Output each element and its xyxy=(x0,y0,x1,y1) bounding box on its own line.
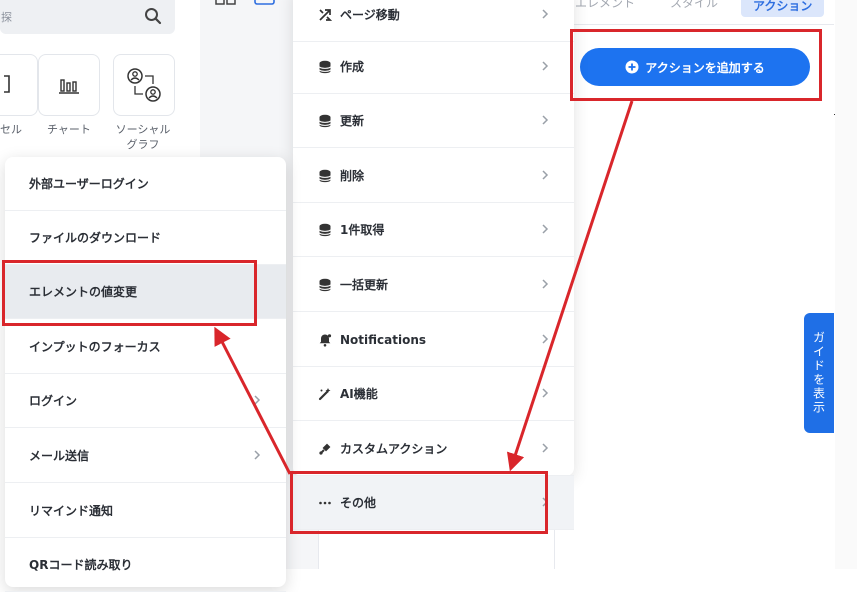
other-actions-submenu: 外部ユーザーログイン ファイルのダウンロード エレメントの値変更 インプットのフ… xyxy=(5,157,286,592)
chevron-right-icon xyxy=(542,443,549,453)
chevron-right-icon xyxy=(542,170,549,180)
submenu-item-label: メール送信 xyxy=(29,449,90,463)
search-icon[interactable] xyxy=(143,6,163,26)
submenu-item-file-download[interactable]: ファイルのダウンロード xyxy=(5,211,286,265)
submenu-item-external-login[interactable]: 外部ユーザーログイン xyxy=(5,157,286,211)
chevron-right-icon xyxy=(542,115,549,125)
bell-icon xyxy=(319,333,332,347)
submenu-item-label: 外部ユーザーログイン xyxy=(29,177,149,191)
database-icon xyxy=(319,169,331,182)
tab-element[interactable]: エレメント xyxy=(575,0,635,11)
scrollbar[interactable] xyxy=(835,0,857,569)
database-icon xyxy=(319,278,331,291)
show-guide-tab[interactable]: ガイドを表示 xyxy=(804,313,834,433)
grid-view-icon[interactable] xyxy=(215,0,237,6)
highlight-add-action xyxy=(570,29,822,101)
menu-item-label: Notifications xyxy=(340,332,427,347)
submenu-item-label: ファイルのダウンロード xyxy=(29,231,162,245)
ai-magic-icon xyxy=(318,387,331,400)
tile-label-cell: セル xyxy=(0,123,22,136)
menu-item-custom-action[interactable]: カスタムアクション xyxy=(293,422,574,476)
menu-item-label: 作成 xyxy=(340,60,365,74)
menu-item-notifications[interactable]: Notifications xyxy=(293,313,574,367)
chevron-right-icon xyxy=(542,9,549,19)
submenu-item-qr-code-scan[interactable]: QRコード読み取り xyxy=(5,538,286,592)
search-placeholder: 探 xyxy=(1,11,12,24)
submenu-item-remind-notification[interactable]: リマインド通知 xyxy=(5,484,286,538)
menu-item-create[interactable]: 作成 xyxy=(293,40,574,94)
submenu-item-input-focus[interactable]: インプットのフォーカス xyxy=(5,320,286,374)
chevron-right-icon xyxy=(542,224,549,234)
chevron-right-icon xyxy=(542,334,549,344)
tab-action[interactable]: アクション xyxy=(741,0,825,17)
highlight-other xyxy=(290,471,548,534)
submenu-item-label: QRコード読み取り xyxy=(29,558,133,572)
tab-style[interactable]: スタイル xyxy=(670,0,718,11)
chart-tile[interactable] xyxy=(38,54,100,116)
tile-label-social-graph: ソーシャル グラフ xyxy=(115,123,171,151)
menu-item-bulk-update[interactable]: 一括更新 xyxy=(293,258,574,312)
menu-item-label: 削除 xyxy=(340,169,365,183)
cell-tile[interactable] xyxy=(0,54,38,116)
database-icon xyxy=(319,114,331,127)
menu-item-ai[interactable]: AI機能 xyxy=(293,367,574,421)
chevron-right-icon xyxy=(542,61,549,71)
properties-tabs: エレメント スタイル アクション xyxy=(555,0,834,25)
menu-item-label: カスタムアクション xyxy=(340,442,448,456)
page-move-icon xyxy=(319,8,332,21)
submenu-item-label: ログイン xyxy=(29,394,78,408)
chevron-right-icon xyxy=(254,395,261,405)
menu-item-update[interactable]: 更新 xyxy=(293,94,574,148)
chevron-right-icon xyxy=(542,279,549,289)
menu-item-label: 一括更新 xyxy=(340,278,389,292)
menu-item-get-one[interactable]: 1件取得 xyxy=(293,203,574,257)
database-icon xyxy=(319,223,331,236)
social-graph-tile[interactable] xyxy=(113,54,175,116)
tile-label-chart: チャート xyxy=(47,123,91,136)
bar-chart-icon xyxy=(59,79,79,94)
cell-icon xyxy=(4,75,10,93)
highlight-change-element-value xyxy=(2,260,257,326)
custom-action-icon xyxy=(319,443,331,455)
menu-item-page-move[interactable]: ページ移動 xyxy=(293,0,574,42)
menu-item-label: ページ移動 xyxy=(340,8,400,22)
submenu-item-label: インプットのフォーカス xyxy=(29,340,161,354)
menu-item-label: 更新 xyxy=(340,114,365,128)
menu-item-label: 1件取得 xyxy=(340,223,385,237)
chevron-right-icon xyxy=(542,388,549,398)
action-type-menu: ページ移動 作成 更新 削除 1件取得 一括更新 Notifications A… xyxy=(293,0,574,530)
submenu-item-label: リマインド通知 xyxy=(29,504,114,518)
chevron-right-icon xyxy=(254,450,261,460)
menu-item-label: AI機能 xyxy=(340,387,378,401)
layout-view-icon[interactable] xyxy=(254,0,276,6)
social-graph-icon xyxy=(127,68,161,102)
submenu-item-login[interactable]: ログイン xyxy=(5,374,286,428)
submenu-item-send-email[interactable]: メール送信 xyxy=(5,429,286,483)
menu-item-delete[interactable]: 削除 xyxy=(293,149,574,203)
database-icon xyxy=(319,60,331,73)
search-input[interactable]: 探 xyxy=(0,0,175,34)
